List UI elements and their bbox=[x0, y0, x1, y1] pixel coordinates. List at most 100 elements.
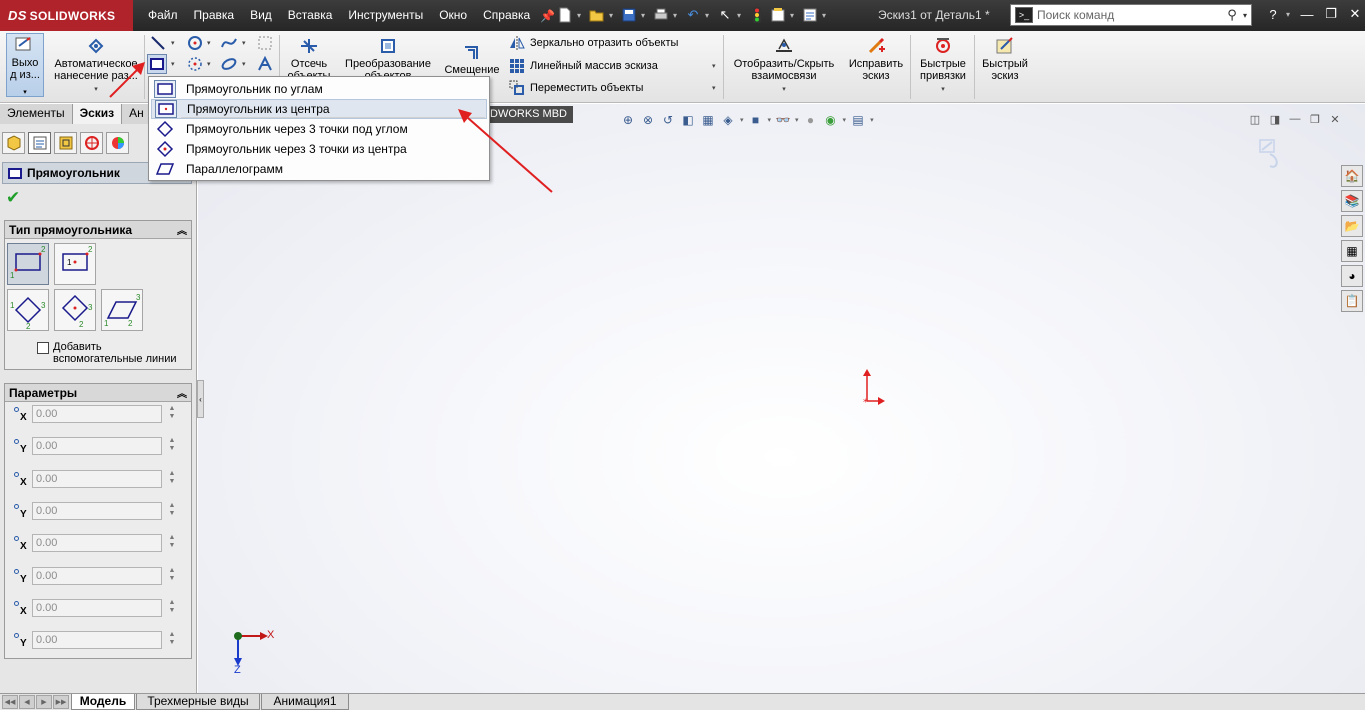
add-construction-lines-checkbox[interactable] bbox=[37, 342, 49, 354]
new-dropdown-arrow[interactable]: ▾ bbox=[577, 11, 585, 20]
collapse-chevron-icon[interactable]: ︽ bbox=[177, 222, 187, 237]
parameter-value-input[interactable]: 0.00 bbox=[32, 469, 162, 488]
new-document-icon[interactable] bbox=[556, 6, 574, 24]
rectangle-type-group-header[interactable]: Тип прямоугольника ︽ bbox=[5, 221, 191, 239]
custom-properties-icon[interactable]: 📋 bbox=[1341, 290, 1363, 312]
tab-model[interactable]: Модель bbox=[71, 694, 135, 710]
file-explorer-icon[interactable]: 📂 bbox=[1341, 215, 1363, 237]
pin-menu-icon[interactable]: 📌 bbox=[540, 9, 555, 23]
undo-icon[interactable]: ↶ bbox=[684, 6, 702, 24]
dynamic-annotation-icon[interactable]: ▦ bbox=[700, 112, 716, 128]
parameter-value-input[interactable]: 0.00 bbox=[32, 631, 162, 650]
design-library-icon[interactable]: 📚 bbox=[1341, 190, 1363, 212]
value-spinner[interactable]: ▲ ▼ bbox=[165, 437, 179, 455]
file-properties-icon[interactable] bbox=[769, 6, 787, 24]
mirror-entities-button[interactable]: Зеркально отразить объекты bbox=[508, 33, 678, 53]
view-palette-icon[interactable]: ▦ bbox=[1341, 240, 1363, 262]
menu-tools[interactable]: Инструменты bbox=[340, 0, 431, 31]
dropdown-item-3-point-corner-rectangle[interactable]: Прямоугольник через 3 точки под углом bbox=[151, 119, 487, 139]
value-spinner[interactable]: ▲ ▼ bbox=[165, 470, 179, 488]
viewport-close-icon[interactable]: ✕ bbox=[1327, 111, 1343, 127]
offset-entities-button[interactable]: Смещение bbox=[440, 41, 504, 76]
menu-help[interactable]: Справка bbox=[475, 0, 538, 31]
convert-entities-button[interactable]: Преобразование объектов bbox=[338, 35, 438, 82]
slot-dropdown-arrow[interactable]: ▾ bbox=[207, 60, 211, 68]
zoom-to-area-icon[interactable]: ⊗ bbox=[640, 112, 656, 128]
spline-dropdown-arrow[interactable]: ▾ bbox=[242, 39, 246, 47]
edit-appearance-icon[interactable]: ● bbox=[803, 112, 819, 128]
hide-show-dropdown-arrow[interactable]: ▾ bbox=[795, 116, 799, 124]
options-icon[interactable] bbox=[801, 6, 819, 24]
previous-view-icon[interactable]: ↺ bbox=[660, 112, 676, 128]
ellipse-dropdown-arrow[interactable]: ▾ bbox=[242, 60, 246, 68]
tab-solidworks-mbd[interactable]: DWORKS MBD bbox=[488, 106, 573, 123]
search-dropdown-arrow[interactable]: ▾ bbox=[1243, 11, 1251, 20]
minimize-icon[interactable]: — bbox=[1296, 4, 1318, 24]
view-settings-icon[interactable]: ▤ bbox=[850, 112, 866, 128]
move-dropdown-arrow[interactable]: ▾ bbox=[712, 84, 716, 92]
display-manager-icon[interactable] bbox=[106, 132, 129, 154]
view-orientation-dropdown-arrow[interactable]: ▾ bbox=[740, 116, 744, 124]
help-icon[interactable]: ? bbox=[1262, 4, 1284, 24]
smart-dimension-dropdown-arrow[interactable]: ▾ bbox=[94, 84, 98, 96]
add-construction-lines-checkbox-row[interactable]: Добавить вспомогательные линии bbox=[37, 341, 177, 365]
open-folder-icon[interactable] bbox=[588, 6, 606, 24]
center-rectangle-type-button[interactable]: 12 bbox=[54, 243, 96, 285]
display-style-icon[interactable]: ■ bbox=[748, 112, 764, 128]
display-relations-dropdown-arrow[interactable]: ▾ bbox=[782, 84, 786, 96]
apply-scene-dropdown-arrow[interactable]: ▾ bbox=[843, 116, 847, 124]
last-tab-arrow-icon[interactable]: ▶▶ bbox=[53, 695, 69, 709]
options-dropdown-arrow[interactable]: ▾ bbox=[822, 11, 830, 20]
appearances-icon[interactable]: ◕ bbox=[1341, 265, 1363, 287]
search-input[interactable]: Поиск команд bbox=[1037, 8, 1221, 22]
tab-3d-views[interactable]: Трехмерные виды bbox=[136, 694, 260, 710]
menu-edit[interactable]: Правка bbox=[186, 0, 243, 31]
line-dropdown-arrow[interactable]: ▾ bbox=[171, 39, 175, 47]
value-spinner[interactable]: ▲ ▼ bbox=[165, 567, 179, 585]
viewport-minimize-icon[interactable]: — bbox=[1287, 111, 1303, 127]
pattern-dropdown-arrow[interactable]: ▾ bbox=[712, 62, 716, 70]
value-spinner[interactable]: ▲ ▼ bbox=[165, 599, 179, 617]
text-tool-icon[interactable] bbox=[255, 54, 275, 74]
repair-sketch-button[interactable]: Исправить эскиз bbox=[843, 35, 909, 82]
save-dropdown-arrow[interactable]: ▾ bbox=[641, 11, 649, 20]
ellipse-tool-icon[interactable] bbox=[219, 54, 239, 74]
dropdown-item-corner-rectangle[interactable]: Прямоугольник по углам bbox=[151, 79, 487, 99]
dropdown-item-center-rectangle[interactable]: Прямоугольник из центра bbox=[151, 99, 487, 119]
exit-sketch-corner-icon[interactable] bbox=[1256, 136, 1322, 196]
property-manager-icon[interactable] bbox=[28, 132, 51, 154]
select-pointer-icon[interactable]: ↖ bbox=[716, 6, 734, 24]
construction-geometry-icon[interactable] bbox=[255, 33, 275, 53]
tab-features[interactable]: Элементы bbox=[0, 104, 73, 124]
menu-insert[interactable]: Вставка bbox=[280, 0, 341, 31]
exit-sketch-dropdown-arrow[interactable]: ▾ bbox=[23, 87, 27, 99]
rectangle-tool-icon[interactable] bbox=[147, 54, 167, 74]
open-dropdown-arrow[interactable]: ▾ bbox=[609, 11, 617, 20]
tab-sketch[interactable]: Эскиз bbox=[72, 104, 123, 124]
rapid-sketch-button[interactable]: Быстрый эскиз bbox=[977, 35, 1033, 82]
3-point-corner-rectangle-type-button[interactable]: 1 3 2 bbox=[7, 289, 49, 331]
exit-sketch-button[interactable]: Выхо д из... ▾ bbox=[6, 33, 44, 97]
dimxpert-manager-icon[interactable] bbox=[80, 132, 103, 154]
tile-view-icon[interactable]: ◨ bbox=[1267, 111, 1283, 127]
dropdown-item-3-point-center-rectangle[interactable]: Прямоугольник через 3 точки из центра bbox=[151, 139, 487, 159]
restore-icon[interactable]: ❐ bbox=[1320, 4, 1342, 24]
value-spinner[interactable]: ▲ ▼ bbox=[165, 405, 179, 423]
file-properties-dropdown-arrow[interactable]: ▾ bbox=[790, 11, 798, 20]
menu-view[interactable]: Вид bbox=[242, 0, 280, 31]
command-search[interactable]: >_ Поиск команд ⚲ ▾ bbox=[1010, 4, 1252, 26]
print-dropdown-arrow[interactable]: ▾ bbox=[673, 11, 681, 20]
parameter-value-input[interactable]: 0.00 bbox=[32, 534, 162, 553]
linear-sketch-pattern-button[interactable]: Линейный массив эскиза bbox=[508, 56, 658, 76]
view-settings-dropdown-arrow[interactable]: ▾ bbox=[870, 116, 874, 124]
spline-tool-icon[interactable] bbox=[219, 33, 239, 53]
parameter-value-input[interactable]: 0.00 bbox=[32, 598, 162, 617]
print-icon[interactable] bbox=[652, 6, 670, 24]
slot-tool-icon[interactable] bbox=[185, 54, 205, 74]
quick-snaps-button[interactable]: Быстрые привязки ▾ bbox=[913, 35, 973, 96]
zoom-to-fit-icon[interactable]: ⊕ bbox=[620, 112, 636, 128]
quick-snaps-dropdown-arrow[interactable]: ▾ bbox=[941, 84, 945, 96]
circle-tool-icon[interactable] bbox=[185, 33, 205, 53]
dropdown-item-parallelogram[interactable]: Параллелограмм bbox=[151, 159, 487, 179]
viewport-restore-icon[interactable]: ❐ bbox=[1307, 111, 1323, 127]
